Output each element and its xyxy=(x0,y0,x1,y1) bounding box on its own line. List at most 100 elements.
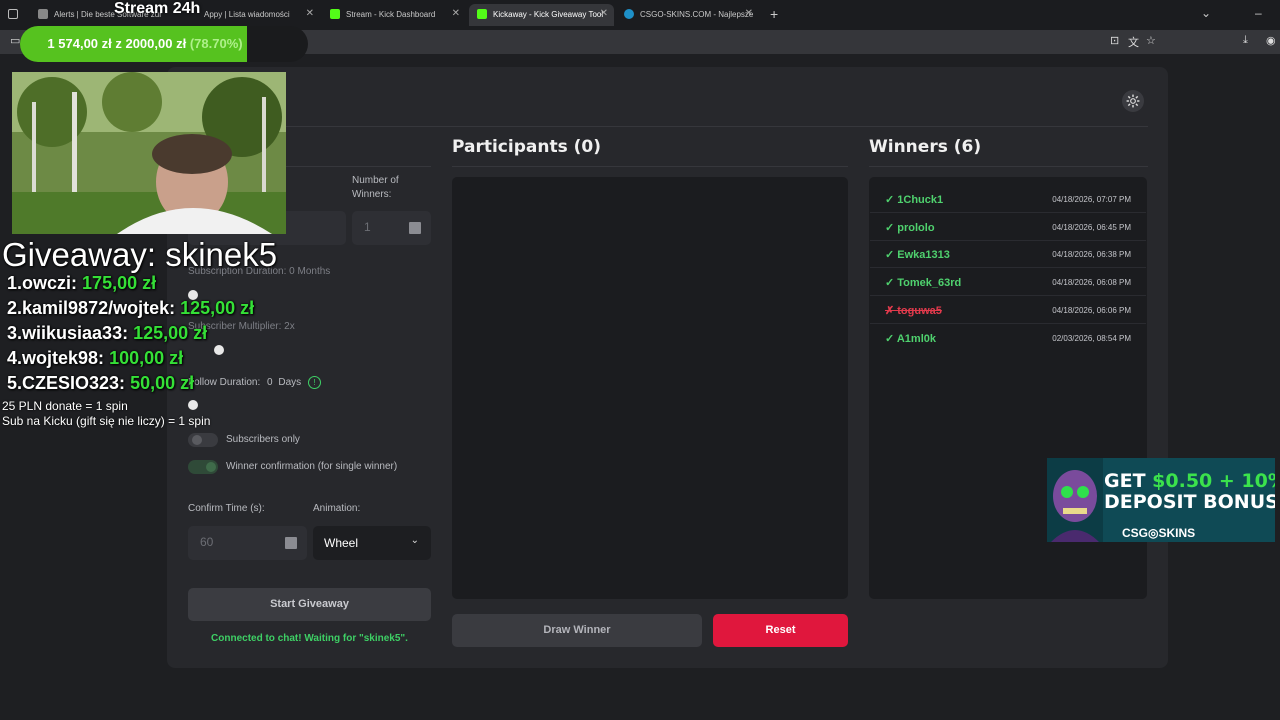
draw-winner-button[interactable]: Draw Winner xyxy=(452,614,702,647)
close-icon[interactable]: ✕ xyxy=(452,8,460,19)
follow-duration-unit: Days xyxy=(278,377,302,389)
tab-kickaway[interactable]: Kickaway - Kick Giveaway Tool ✕ xyxy=(469,4,614,26)
donor-rank: 2. xyxy=(7,298,23,318)
winner-name: ✓ Ewka1313 xyxy=(885,249,950,261)
donor-amount: 125,00 zł xyxy=(180,298,255,318)
donor-rank: 4. xyxy=(7,348,23,368)
donor-name: wojtek98: xyxy=(22,348,105,368)
donor-rank: 1. xyxy=(7,273,23,293)
donor-name: owczi: xyxy=(22,273,78,293)
tab-label: Stream - Kick Dashboard xyxy=(346,10,436,19)
goal-amount: 1 574,00 zł z 2000,00 zł xyxy=(47,36,187,51)
tab-label: Appy | Lista wiadomości xyxy=(204,10,290,19)
animation-select[interactable]: Wheel ⌄ xyxy=(313,526,431,560)
chevron-down-icon: ⌄ xyxy=(410,535,419,546)
overlay-dot xyxy=(214,345,224,355)
donor-amount: 100,00 zł xyxy=(109,348,184,368)
toggle-knob xyxy=(206,462,216,472)
winners-title: Winners (6) xyxy=(869,137,982,157)
donation-goal-bar: 1 574,00 zł z 2000,00 zł (78.70%) xyxy=(20,26,308,62)
settings-button[interactable] xyxy=(1122,90,1144,112)
goal-percent: (78.70%) xyxy=(189,36,243,51)
close-icon[interactable]: ✕ xyxy=(306,8,314,19)
toggle-knob xyxy=(192,435,202,445)
winner-row: ✓ 1Chuck1 04/18/2026, 07:07 PM xyxy=(870,185,1146,213)
install-app-icon[interactable]: ⊡ xyxy=(1110,34,1119,47)
webcam-image xyxy=(12,72,286,234)
confirm-time-value: 60 xyxy=(200,535,214,549)
subscribers-only-label: Subscribers only xyxy=(226,434,300,445)
winner-name: ✓ Tomek_63rd xyxy=(885,277,962,289)
overlay-dot xyxy=(188,290,198,300)
winner-date: 04/18/2026, 06:06 PM xyxy=(1052,306,1131,315)
profile-icon[interactable]: ◉ xyxy=(1266,34,1276,47)
stepper-icon[interactable] xyxy=(285,537,297,549)
winner-row: ✓ Ewka1313 04/18/2026, 06:38 PM xyxy=(870,240,1146,268)
number-of-winners-label: Number of Winners: xyxy=(352,175,399,200)
donor-rank: 5. xyxy=(7,373,23,393)
minimize-icon[interactable]: – xyxy=(1255,6,1262,20)
tab-kick-dashboard[interactable]: Stream - Kick Dashboard ✕ xyxy=(322,4,466,26)
participants-divider xyxy=(452,166,848,167)
csgo-favicon-icon xyxy=(624,9,634,19)
winner-date: 02/03/2026, 08:54 PM xyxy=(1052,334,1131,343)
donor-name: wiikusiaa33: xyxy=(22,323,129,343)
donor-entry: 2.kamil9872/wojtek: 125,00 zł xyxy=(7,298,254,319)
tab-label: Kickaway - Kick Giveaway Tool xyxy=(493,10,604,19)
webcam-feed xyxy=(12,72,286,234)
info-icon[interactable]: ! xyxy=(307,376,321,389)
winner-name: ✓ prololo xyxy=(885,222,935,234)
winner-name: ✓ 1Chuck1 xyxy=(885,194,944,206)
winner-confirmation-toggle[interactable] xyxy=(188,460,218,474)
confirm-time-field[interactable]: 60 xyxy=(188,526,307,560)
tab-label: CSGO-SKINS.COM - Najlepsze xyxy=(640,10,754,19)
donor-name: kamil9872/wojtek: xyxy=(22,298,176,318)
tab-csgo-skins[interactable]: CSGO-SKINS.COM - Najlepsze ✕ xyxy=(616,4,759,26)
download-icon[interactable]: ⤓ xyxy=(1243,34,1248,47)
winner-date: 04/18/2026, 06:38 PM xyxy=(1052,250,1131,259)
winner-name: ✓ A1ml0k xyxy=(885,333,936,345)
start-giveaway-button[interactable]: Start Giveaway xyxy=(188,588,431,621)
subscribers-only-toggle[interactable] xyxy=(188,433,218,447)
follow-duration-row: Follow Duration: 0 Days ! xyxy=(188,376,321,389)
winner-date: 04/18/2026, 06:08 PM xyxy=(1052,278,1131,287)
gear-icon xyxy=(1126,94,1140,108)
close-icon[interactable]: ✕ xyxy=(745,8,753,19)
winner-date: 04/18/2026, 06:45 PM xyxy=(1052,223,1131,232)
winners-divider xyxy=(869,166,1148,167)
winner-row: ✓ Tomek_63rd 04/18/2026, 06:08 PM xyxy=(870,268,1146,296)
number-of-winners-field[interactable]: 1 xyxy=(352,211,431,245)
ad-headline-accent: $0.50 + 10% xyxy=(1152,470,1275,492)
close-icon[interactable]: ✕ xyxy=(600,8,608,19)
chat-status-text: Connected to chat! Waiting for "skinek5"… xyxy=(211,633,408,644)
follow-duration-label: Follow Duration: xyxy=(188,377,261,389)
new-tab-icon[interactable]: + xyxy=(770,6,778,22)
rule-text: Sub na Kicku (gift się nie liczy) = 1 sp… xyxy=(2,414,211,428)
donor-amount: 125,00 zł xyxy=(133,323,208,343)
donor-entry: 3.wiikusiaa33: 125,00 zł xyxy=(7,323,207,344)
donor-rank: 3. xyxy=(7,323,23,343)
winner-name: ✗ toguwa5 xyxy=(885,305,942,317)
ad-brand: CSG◎SKINS xyxy=(1122,526,1196,540)
chevron-down-icon[interactable]: ⌄ xyxy=(1201,6,1211,20)
confirm-time-label: Confirm Time (s): xyxy=(188,503,265,514)
overlay-dot xyxy=(188,400,198,410)
rule-text: 25 PLN donate = 1 spin xyxy=(2,399,128,413)
donation-goal-text: 1 574,00 zł z 2000,00 zł (78.70%) xyxy=(20,36,270,51)
ad-subline: DEPOSIT BONUS xyxy=(1104,491,1275,513)
bookmark-star-icon[interactable]: ☆ xyxy=(1146,34,1156,47)
participants-list[interactable] xyxy=(452,177,848,599)
tab-appy[interactable]: Appy | Lista wiadomości ✕ xyxy=(180,4,320,26)
translate-icon[interactable]: 文 xyxy=(1128,34,1139,50)
donor-entry: 4.wojtek98: 100,00 zł xyxy=(7,348,183,369)
sidebar-icon[interactable]: ▭ xyxy=(10,34,20,47)
winner-row: ✓ A1ml0k 02/03/2026, 08:54 PM xyxy=(870,324,1146,352)
animation-value: Wheel xyxy=(324,536,359,550)
number-of-winners-value: 1 xyxy=(364,220,371,234)
reset-button[interactable]: Reset xyxy=(713,614,848,647)
winner-row: ✗ toguwa5 04/18/2026, 06:06 PM xyxy=(870,296,1146,324)
ad-headline-text: GET xyxy=(1104,470,1146,492)
tab-list-icon[interactable] xyxy=(8,9,18,19)
csgo-skins-ad-banner[interactable]: GET $0.50 + 10% DEPOSIT BONUS CSG◎SKINS xyxy=(1047,458,1275,542)
stepper-icon[interactable] xyxy=(409,222,421,234)
